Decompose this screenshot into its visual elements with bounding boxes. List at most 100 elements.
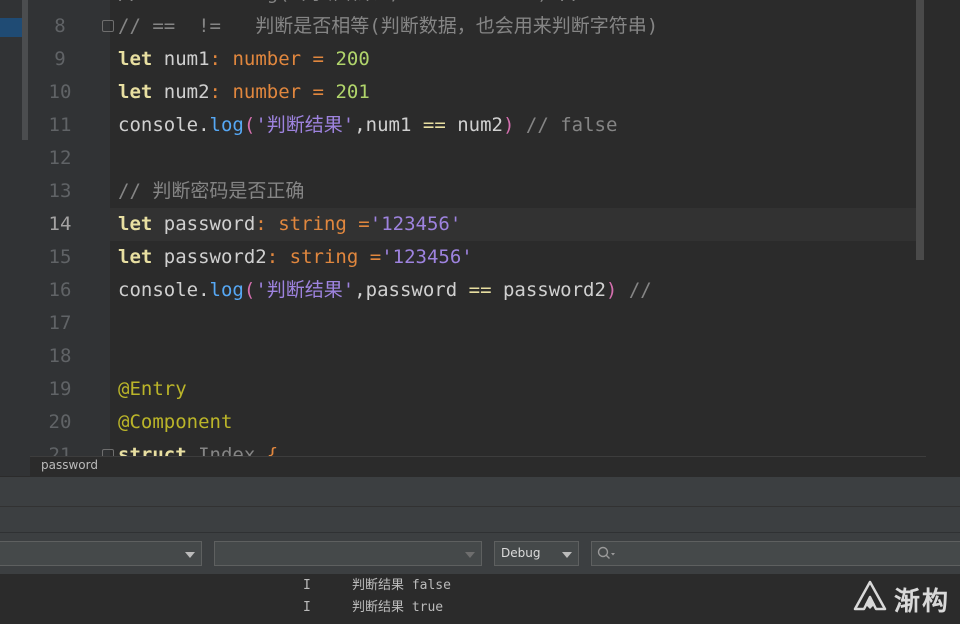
project-panel-edge-bottom — [0, 456, 30, 476]
punctuation: : — [209, 81, 221, 103]
editor-scrollbar[interactable] — [916, 0, 924, 260]
identifier: Index — [198, 444, 256, 456]
string-literal: '123456' — [381, 246, 473, 268]
fold-marker-icon[interactable] — [102, 449, 114, 456]
comment: // false — [525, 114, 618, 136]
paren: ( — [243, 114, 256, 136]
process-select[interactable] — [214, 541, 482, 566]
number-literal: 200 — [335, 48, 370, 70]
code-line[interactable]: // 判断密码是否正确 — [118, 175, 304, 208]
breadcrumb[interactable]: password — [30, 456, 926, 476]
logo-icon — [853, 580, 887, 611]
paren: ) — [502, 114, 515, 136]
code-line[interactable]: let num2: number = 201 — [118, 76, 370, 109]
punctuation: : — [255, 213, 267, 235]
identifier: password — [365, 279, 458, 301]
code-line[interactable]: console.log('判断结果',password == password2… — [118, 274, 652, 307]
comment: // — [628, 279, 652, 301]
code-line[interactable]: // == != 判断是否相等(判断数据，也会用来判断字符串) — [118, 10, 658, 43]
log-message: 判断结果 false — [352, 578, 451, 593]
log-level-select[interactable]: Debug — [494, 541, 579, 566]
line-number: 21 — [48, 444, 72, 456]
string-literal: '判断结果' — [255, 114, 355, 136]
type: string — [278, 213, 347, 235]
keyword: let — [118, 48, 153, 70]
string-literal: '判断结果' — [255, 279, 355, 301]
operator: = — [369, 246, 382, 268]
identifier: num2 — [163, 81, 210, 103]
chevron-down-icon — [562, 552, 572, 558]
watermark: 渐构 — [852, 579, 956, 617]
keyword: struct — [118, 444, 187, 456]
line-number: 19 — [48, 378, 72, 400]
type: number — [232, 48, 302, 70]
log-output[interactable]: I 判断结果 false I 判断结果 true 渐构 — [0, 574, 960, 624]
line-number: 16 — [48, 279, 72, 301]
identifier: password2 — [163, 246, 267, 268]
line-number: 8 — [54, 15, 66, 37]
code-editor[interactable]: 7 8 9 10 11 12 13 14 15 16 17 18 19 20 2… — [0, 0, 960, 456]
paren: ) — [605, 279, 618, 301]
comment: // == != 判断是否相等(判断数据，也会用来判断字符串) — [118, 15, 659, 37]
annotation: @Entry — [118, 378, 187, 400]
code-line[interactable]: let num1: number = 200 — [118, 43, 370, 76]
operator: = — [358, 213, 370, 235]
operator: = — [312, 48, 324, 70]
identifier: num2 — [457, 114, 503, 136]
line-number: 12 — [48, 147, 72, 169]
selected-file-marker — [0, 18, 24, 37]
line-number: 9 — [54, 48, 66, 70]
line-number: 13 — [48, 180, 72, 202]
log-search-input[interactable] — [591, 541, 960, 566]
comment: // 判断密码是否正确 — [118, 180, 305, 202]
project-panel-scrollbar[interactable] — [22, 0, 28, 140]
identifier: num1 — [365, 114, 412, 136]
annotation: @Component — [118, 411, 233, 433]
watermark-text: 渐构 — [894, 587, 951, 617]
identifier: password2 — [502, 279, 606, 301]
chevron-down-icon — [465, 552, 475, 558]
device-select[interactable] — [0, 541, 202, 566]
line-number: 18 — [48, 345, 72, 367]
fold-marker-icon[interactable] — [102, 20, 114, 32]
punctuation: . — [198, 114, 210, 136]
type: string — [289, 246, 359, 268]
code-line[interactable]: @Component — [118, 406, 232, 439]
chevron-down-icon — [185, 552, 195, 558]
code-line[interactable]: console.log('判断结果',num1 == num2) // fals… — [118, 109, 617, 142]
line-number: 7 — [30, 0, 90, 10]
line-number-current: 14 — [48, 213, 72, 235]
log-level-value: Debug — [501, 546, 541, 560]
keyword: let — [118, 213, 153, 235]
log-toolbar: Debug — [0, 532, 960, 574]
log-level: I — [303, 600, 311, 615]
punctuation: , — [354, 279, 366, 301]
line-number: 15 — [48, 246, 72, 268]
string-literal: '123456' — [369, 213, 462, 235]
code-line[interactable]: // console.log('判断结果',num1 == num2) // f… — [118, 0, 652, 10]
line-number: 17 — [48, 312, 72, 334]
identifier: num1 — [163, 48, 210, 70]
function-name: log — [209, 279, 244, 301]
type: number — [232, 81, 302, 103]
keyword: let — [118, 81, 153, 103]
operator: = — [312, 81, 324, 103]
punctuation: : — [266, 246, 279, 268]
operator: == — [468, 279, 492, 301]
identifier: console — [118, 279, 199, 301]
log-message: 判断结果 true — [352, 600, 444, 615]
keyword: let — [118, 246, 153, 268]
identifier: console — [118, 114, 199, 136]
punctuation: , — [354, 114, 366, 136]
code-line-current[interactable]: let password: string ='123456' — [118, 208, 461, 241]
breadcrumb-item[interactable]: password — [41, 458, 98, 472]
operator: == — [422, 114, 446, 136]
code-line[interactable]: @Entry — [118, 373, 187, 406]
log-panel-tabs — [0, 506, 960, 532]
code-line[interactable]: struct Index { — [118, 439, 278, 456]
project-panel-edge — [0, 0, 30, 456]
line-number: 20 — [48, 411, 72, 433]
code-line[interactable]: let password2: string ='123456' — [118, 241, 473, 274]
line-number: 10 — [48, 81, 72, 103]
function-name: log — [209, 114, 244, 136]
